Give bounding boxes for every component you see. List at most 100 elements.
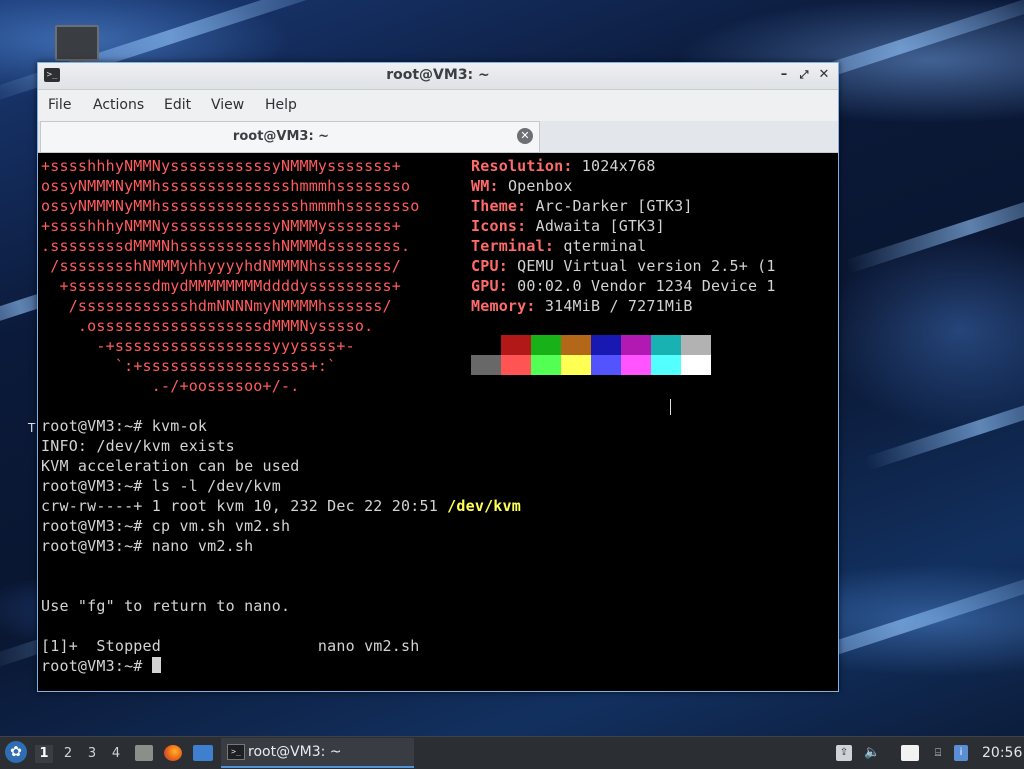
device-path: /dev/kvm [447, 497, 522, 515]
clock[interactable]: 20:56 [982, 737, 1022, 769]
info-key: Icons [471, 217, 518, 235]
color-swatch [681, 355, 711, 375]
ascii-art-line: .ossssssssssssssssssdMMMNysssso. [41, 317, 374, 335]
window-title: root@VM3: ~ [386, 67, 490, 83]
terminal-prompt-line[interactable]: root@VM3:~# [41, 656, 161, 676]
info-row: CPU: QEMU Virtual version 2.5+ (1 [471, 257, 776, 275]
window-titlebar[interactable]: >_ root@VM3: ~ – ⤢ ✕ [38, 63, 838, 90]
menu-edit[interactable]: Edit [164, 97, 191, 113]
workspace-4[interactable]: 4 [107, 745, 125, 763]
ascii-art-line: .-/+oossssoo+/-. [41, 377, 300, 395]
terminal-line: root@VM3:~# kvm-ok [41, 417, 208, 435]
color-swatch [621, 355, 651, 375]
tab-terminal[interactable]: root@VM3: ~ ✕ [40, 121, 540, 152]
ascii-art-line: +sssshhhyNMMNysssssssssssyNMMMysssssss+ [41, 217, 401, 235]
notification-icon[interactable]: i [954, 745, 968, 761]
info-value: qterminal [563, 237, 647, 255]
ascii-art-line: -+sssssssssssssssssyyyssss+- [41, 337, 355, 355]
info-row: Icons: Adwaita [GTK3] [471, 217, 665, 235]
desktop-stray-text: T [28, 421, 36, 435]
updates-icon[interactable]: ⇪ [836, 745, 852, 761]
close-button[interactable]: ✕ [816, 67, 832, 83]
color-swatch [651, 355, 681, 375]
workspace-3[interactable]: 3 [83, 745, 101, 763]
info-row: Theme: Arc-Darker [GTK3] [471, 197, 693, 215]
color-swatch [621, 335, 651, 355]
info-key: GPU [471, 277, 499, 295]
info-value: 00:02.0 Vendor 1234 Device 1 [517, 277, 776, 295]
info-row: WM: Openbox [471, 177, 573, 195]
terminal-output[interactable]: +sssshhhyNMMNysssssssssssyNMMMysssssss+ … [38, 154, 838, 690]
menu-actions[interactable]: Actions [93, 97, 144, 113]
prompt: root@VM3:~# [41, 657, 152, 675]
info-key: CPU [471, 257, 499, 275]
tab-label: root@VM3: ~ [232, 129, 330, 144]
color-swatch [501, 355, 531, 375]
maximize-button[interactable]: ⤢ [796, 67, 812, 83]
info-row: GPU: 00:02.0 Vendor 1234 Device 1 [471, 277, 776, 295]
info-key: WM [471, 177, 490, 195]
terminal-line: INFO: /dev/kvm exists [41, 437, 235, 455]
info-value: QEMU Virtual version 2.5+ (1 [517, 257, 776, 275]
color-swatch [471, 335, 501, 355]
minimize-button[interactable]: – [776, 67, 792, 83]
menu-view[interactable]: View [211, 97, 244, 113]
ascii-art-line: .ssssssssdMMMNhsssssssssshNMMMdssssssss. [41, 237, 411, 255]
show-desktop-icon[interactable] [193, 745, 213, 761]
color-swatch [681, 335, 711, 355]
volume-icon[interactable]: 🔈 [864, 745, 880, 761]
taskbar: ✿ 1 2 3 4 >_ root@VM3: ~ ⇪ 🔈 ⌸ i 20:56 [0, 736, 1024, 769]
terminal-line: Use "fg" to return to nano. [41, 597, 291, 615]
ascii-art-line: /sssssssshNMMMyhhyyyyhdNMMMNhssssssss/ [41, 257, 401, 275]
tab-bar: root@VM3: ~ ✕ [38, 121, 838, 153]
computer-desktop-icon[interactable] [55, 25, 99, 66]
color-swatch [561, 335, 591, 355]
text-cursor-ibeam-icon [670, 399, 673, 415]
info-key: Theme [471, 197, 518, 215]
ascii-art-line: +sssshhhyNMMNysssssssssssyNMMMysssssss+ [41, 157, 401, 175]
info-row: Terminal: qterminal [471, 237, 647, 255]
info-key: Terminal [471, 237, 545, 255]
ascii-art-line: ossyNMMMNyMMhsssssssssssssshmmmhssssssso [41, 177, 411, 195]
taskbar-task-label: root@VM3: ~ [248, 744, 342, 760]
ascii-art-line: +sssssssssdmydMMMMMMMMddddysssssssss+ [41, 277, 401, 295]
info-key: Memory [471, 297, 527, 315]
clipboard-icon[interactable] [901, 745, 919, 761]
color-swatch [531, 355, 561, 375]
menu-help[interactable]: Help [265, 97, 297, 113]
info-row: Resolution: 1024x768 [471, 157, 656, 175]
color-swatch [591, 335, 621, 355]
taskbar-task-terminal[interactable]: >_ root@VM3: ~ [221, 738, 414, 768]
workspace-1[interactable]: 1 [35, 745, 53, 763]
start-menu-icon[interactable]: ✿ [5, 741, 27, 763]
terminal-line: root@VM3:~# nano vm2.sh [41, 537, 254, 555]
terminal-line: root@VM3:~# ls -l /dev/kvm [41, 477, 281, 495]
menu-file[interactable]: File [48, 97, 71, 113]
color-swatch [471, 355, 501, 375]
network-icon[interactable]: ⌸ [930, 745, 946, 761]
ascii-art-line: ossyNMMMNyMMhssssssssssssssshmmmhsssssss… [41, 197, 420, 215]
color-swatch [591, 355, 621, 375]
info-value: Openbox [507, 177, 573, 195]
color-swatch [651, 335, 681, 355]
color-swatch [561, 355, 591, 375]
color-swatch [531, 335, 561, 355]
terminal-window[interactable]: >_ root@VM3: ~ – ⤢ ✕ File Actions Edit V… [37, 62, 839, 692]
block-cursor [151, 657, 161, 673]
info-value: 314MiB / 7271MiB [544, 297, 693, 315]
terminal-line: KVM acceleration can be used [41, 457, 300, 475]
tab-close-icon[interactable]: ✕ [517, 128, 533, 144]
file-manager-icon[interactable] [135, 745, 153, 761]
terminal-task-icon: >_ [227, 744, 245, 760]
info-value: Adwaita [GTK3] [535, 217, 665, 235]
ls-output: crw-rw----+ 1 root kvm 10, 232 Dec 22 20… [41, 497, 448, 515]
terminal-line: root@VM3:~# cp vm.sh vm2.sh [41, 517, 291, 535]
info-value: 1024x768 [581, 157, 656, 175]
workspace-2[interactable]: 2 [59, 745, 77, 763]
ascii-art-line: `:+ssssssssssssssssss+:` [41, 357, 337, 375]
color-swatch [501, 335, 531, 355]
ascii-art-line: /sssssssssssshdmNNNNmyNMMMMhssssss/ [41, 297, 392, 315]
menu-bar: File Actions Edit View Help [38, 90, 838, 121]
info-key: Resolution [471, 157, 564, 175]
firefox-icon[interactable] [164, 745, 182, 761]
